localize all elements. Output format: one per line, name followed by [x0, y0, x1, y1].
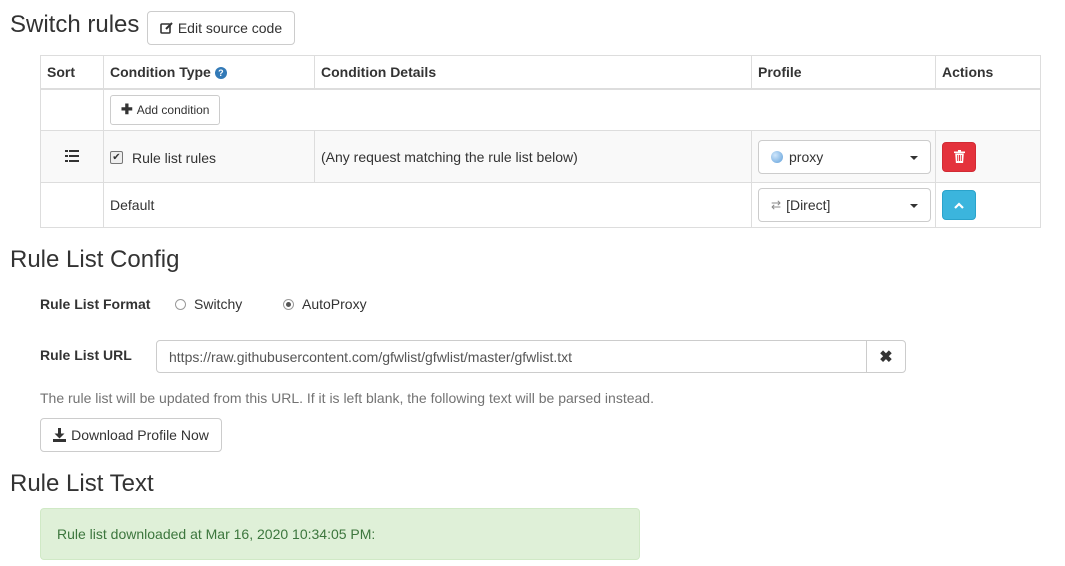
chevron-up-icon [954, 201, 964, 209]
download-status-text: Rule list downloaded at Mar 16, 2020 10:… [57, 526, 376, 542]
rule-list-url-input[interactable]: https://raw.githubusercontent.com/gfwlis… [156, 340, 867, 373]
globe-icon [771, 150, 783, 163]
format-option-autoproxy[interactable]: AutoProxy [283, 296, 367, 312]
column-header-condition-type: Condition Type? [103, 55, 315, 90]
rule-list-format-label: Rule List Format [40, 296, 151, 312]
chevron-down-icon [910, 155, 918, 160]
default-profile-value: [Direct] [786, 197, 831, 213]
move-up-button[interactable] [942, 190, 976, 220]
edit-icon [160, 22, 173, 34]
condition-type-value: Rule list rules [132, 149, 217, 166]
help-icon[interactable]: ? [214, 67, 227, 80]
download-status-alert: Rule list downloaded at Mar 16, 2020 10:… [40, 508, 640, 560]
default-label: Default [103, 182, 752, 228]
rule-list-text-title: Rule List Text [10, 470, 154, 497]
column-header-actions: Actions [935, 55, 1041, 90]
download-profile-label: Download Profile Now [71, 427, 209, 443]
close-icon: ✖ [879, 348, 893, 366]
trash-icon [953, 150, 965, 163]
clear-url-button[interactable]: ✖ [866, 340, 906, 373]
exchange-icon: ⇄ [771, 198, 782, 212]
rule-profile-value: proxy [789, 148, 824, 165]
table-row: Default ⇄ [Direct] [40, 182, 1041, 228]
add-condition-button[interactable]: ✚ Add condition [110, 94, 221, 125]
add-condition-row: ✚ Add condition [40, 88, 1041, 131]
condition-type-header-label: Condition Type [110, 63, 211, 80]
default-profile-select[interactable]: ⇄ [Direct] [758, 188, 931, 222]
format-option-switchy[interactable]: Switchy [175, 296, 242, 312]
download-profile-button[interactable]: Download Profile Now [40, 418, 222, 452]
condition-details-value: (Any request matching the rule list belo… [314, 130, 752, 183]
rule-list-config-title: Rule List Config [10, 246, 180, 273]
autoproxy-radio[interactable] [283, 298, 294, 310]
format-option-label: AutoProxy [302, 296, 367, 312]
rule-profile-select[interactable]: proxy [758, 139, 931, 174]
switch-rules-table: Sort Condition Type? Condition Details P… [40, 55, 1041, 228]
format-option-label: Switchy [194, 296, 243, 312]
help-text: The rule list will be updated from this … [40, 390, 654, 406]
column-header-profile: Profile [751, 55, 936, 90]
edit-source-label: Edit source code [177, 20, 283, 36]
rule-list-url-label: Rule List URL [40, 347, 132, 363]
rule-list-url-value: https://raw.githubusercontent.com/gfwlis… [169, 348, 573, 365]
column-header-condition-details: Condition Details [314, 55, 752, 90]
edit-source-button[interactable]: Edit source code [147, 11, 295, 45]
column-header-sort: Sort [40, 55, 104, 90]
delete-rule-button[interactable] [942, 141, 976, 172]
table-row: ✔ Rule list rules (Any request matching … [40, 130, 1041, 183]
plus-icon: ✚ [121, 101, 133, 118]
chevron-down-icon [910, 204, 918, 208]
drag-handle-icon[interactable] [65, 149, 79, 162]
switchy-radio[interactable] [175, 298, 186, 310]
download-icon [53, 428, 67, 442]
page-title: Switch rules [10, 11, 140, 38]
rule-enabled-checkbox[interactable]: ✔ [110, 151, 123, 165]
add-condition-label: Add condition [136, 102, 210, 117]
